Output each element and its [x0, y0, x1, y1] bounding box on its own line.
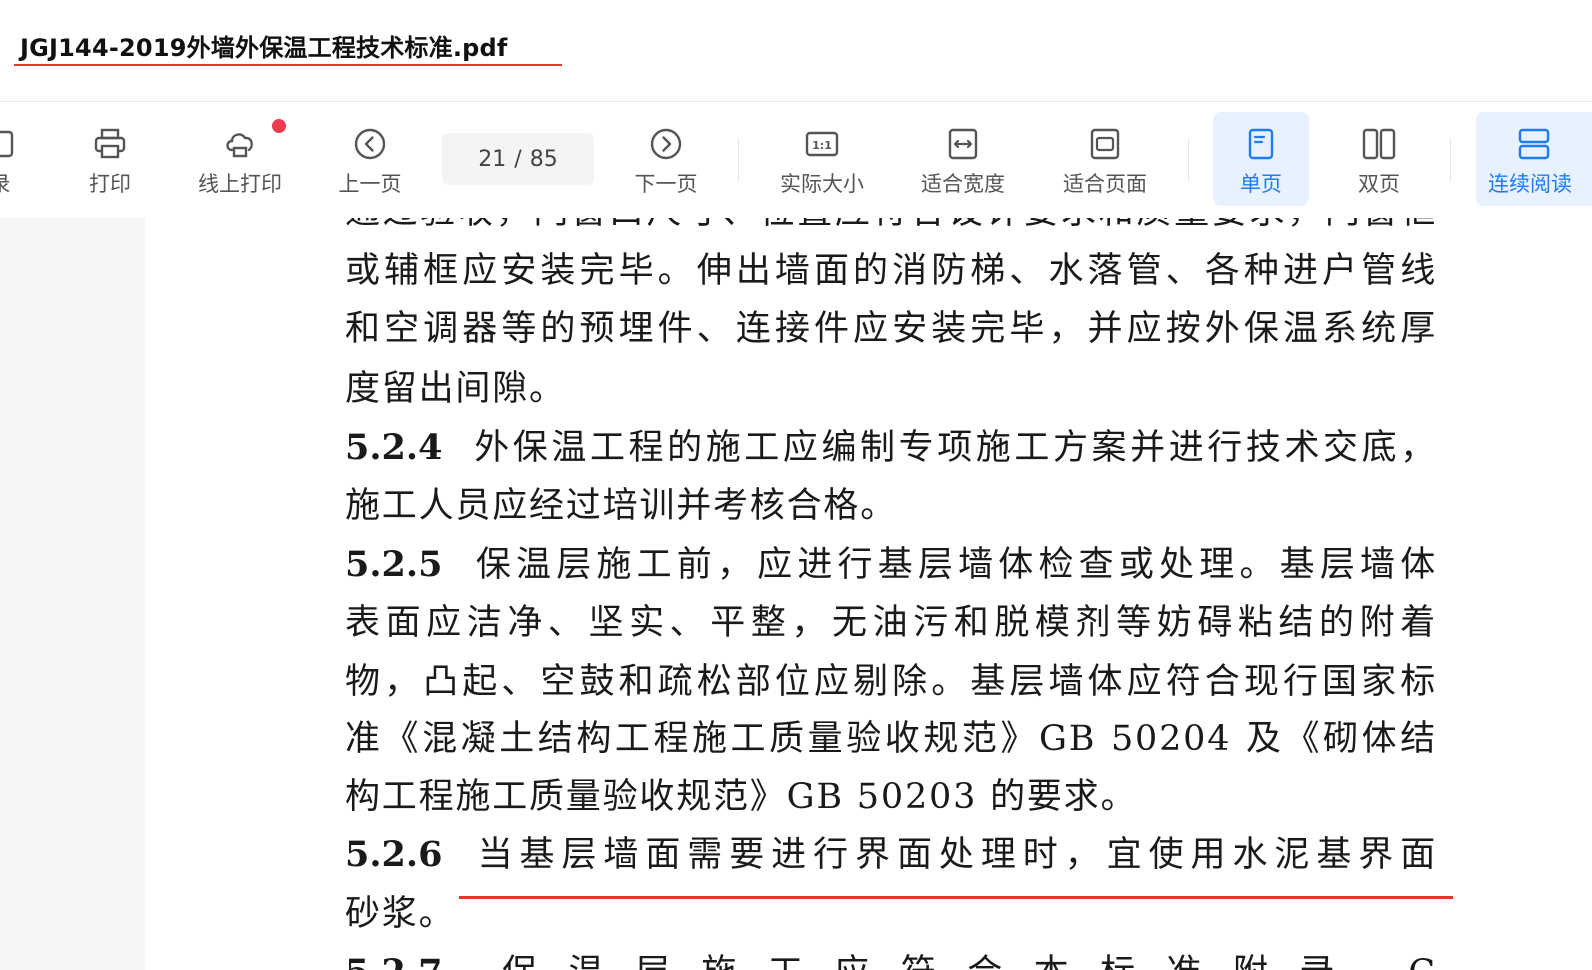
print-label: 打印	[89, 172, 131, 196]
clause-text: 保温层施工前，应进行基层墙体检查或处理。基层墙体	[472, 545, 1437, 585]
double-page-button[interactable]: 双页	[1331, 112, 1427, 206]
single-page-label: 单页	[1240, 172, 1282, 196]
prev-page-label: 上一页	[338, 172, 402, 196]
thumbnail-sidebar[interactable]	[0, 218, 145, 970]
continuous-icon	[1518, 128, 1550, 160]
text-line: 通过验收，门窗口尺寸、位置应符合设计要求和质量要求，门窗框	[345, 218, 1437, 236]
text-line: 构工程施工质量验收规范》GB 50203 的要求。	[345, 777, 1138, 817]
toolbar-separator	[738, 138, 739, 182]
clause-number: 5.2.5	[345, 544, 443, 585]
fit-page-label: 适合页面	[1063, 172, 1147, 196]
page-separator: /	[514, 146, 522, 172]
document-page[interactable]: 通过验收，门窗口尺寸、位置应符合设计要求和质量要求，门窗框 或辅框应安装完毕。伸…	[145, 218, 1592, 970]
fit-page-icon	[1090, 128, 1120, 160]
clause-number: 5.2.6	[345, 834, 443, 875]
clause-text: 保温层施工应符合本标准附录 C	[472, 953, 1437, 970]
actual-size-icon-text: 1:1	[812, 139, 832, 152]
fit-width-label: 适合宽度	[921, 172, 1005, 196]
text-line: 度留出间隙。	[345, 369, 566, 409]
clause-text: 外保温工程的施工应编制专项施工方案并进行技术交底，	[472, 428, 1437, 468]
text-line: 砂浆。	[345, 894, 456, 934]
text-line: 施工人员应经过培训并考核合格。	[345, 486, 898, 526]
online-print-label: 线上打印	[198, 172, 282, 196]
document-title: JGJ144-2019外墙外保温工程技术标准.pdf	[20, 34, 508, 62]
online-print-button[interactable]: 线上打印	[192, 112, 288, 206]
printer-icon	[94, 128, 126, 159]
actual-size-button[interactable]: 1:1 实际大小	[774, 112, 870, 206]
print-button[interactable]: 打印	[62, 112, 158, 206]
text-line: 表面应洁净、坚实、平整，无油污和脱模剂等妨碍粘结的附着	[345, 603, 1437, 643]
toolbar-separator	[1188, 138, 1189, 182]
current-page-number[interactable]: 21	[478, 147, 506, 172]
double-page-label: 双页	[1358, 172, 1400, 196]
total-page-count: 85	[529, 146, 558, 172]
toolbar-separator	[1450, 138, 1451, 182]
clause-5-2-6: 5.2.6 当基层墙面需要进行界面处理时，宜使用水泥基界面	[345, 831, 1437, 879]
actual-size-icon: 1:1	[805, 131, 839, 157]
actual-size-label: 实际大小	[780, 172, 864, 196]
chevron-right-circle-icon	[650, 128, 682, 160]
clause-5-2-5: 5.2.5 保温层施工前，应进行基层墙体检查或处理。基层墙体	[345, 541, 1437, 589]
clause-number: 5.2.4	[345, 427, 443, 468]
clause-text: 当基层墙面需要进行界面处理时，宜使用水泥基界面	[472, 835, 1437, 875]
catalog-button[interactable]: 录	[0, 112, 48, 206]
next-page-button[interactable]: 下一页	[618, 112, 714, 206]
clause-number: 5.2.7	[345, 952, 442, 970]
continuous-reading-button[interactable]: 连续阅读	[1476, 112, 1592, 206]
continuous-reading-label: 连续阅读	[1488, 172, 1572, 196]
text-line: 和空调器等的预埋件、连接件应安装完毕，并应按外保温系统厚	[345, 309, 1437, 349]
page-indicator[interactable]: 21 / 85	[442, 133, 594, 185]
text-line: 或辅框应安装完毕。伸出墙面的消防梯、水落管、各种进户管线	[345, 251, 1437, 291]
notification-dot	[272, 119, 286, 133]
single-page-icon	[1248, 128, 1274, 160]
chevron-left-circle-icon	[354, 128, 386, 160]
cloud-print-icon	[226, 133, 253, 158]
clause-5-2-7: 5.2.7 保温层施工应符合本标准附录 C	[345, 949, 1437, 970]
fit-page-button[interactable]: 适合页面	[1057, 112, 1153, 206]
title-underline	[14, 64, 562, 66]
catalog-icon	[0, 130, 14, 158]
prev-page-button[interactable]: 上一页	[322, 112, 418, 206]
double-page-icon	[1362, 128, 1396, 160]
clause-5-2-4: 5.2.4 外保温工程的施工应编制专项施工方案并进行技术交底，	[345, 424, 1437, 472]
single-page-button[interactable]: 单页	[1213, 112, 1309, 206]
toolbar: 录 打印 线上打印 上一页 21 / 85 下一页	[0, 102, 1592, 218]
title-bar: JGJ144-2019外墙外保温工程技术标准.pdf	[0, 0, 1592, 102]
text-line: 物，凸起、空鼓和疏松部位应剔除。基层墙体应符合现行国家标	[345, 662, 1437, 702]
fit-width-button[interactable]: 适合宽度	[915, 112, 1011, 206]
next-page-label: 下一页	[634, 172, 698, 196]
fit-width-icon	[948, 128, 978, 160]
text-line: 准《混凝土结构工程施工质量验收规范》GB 50204 及《砌体结	[345, 719, 1437, 759]
